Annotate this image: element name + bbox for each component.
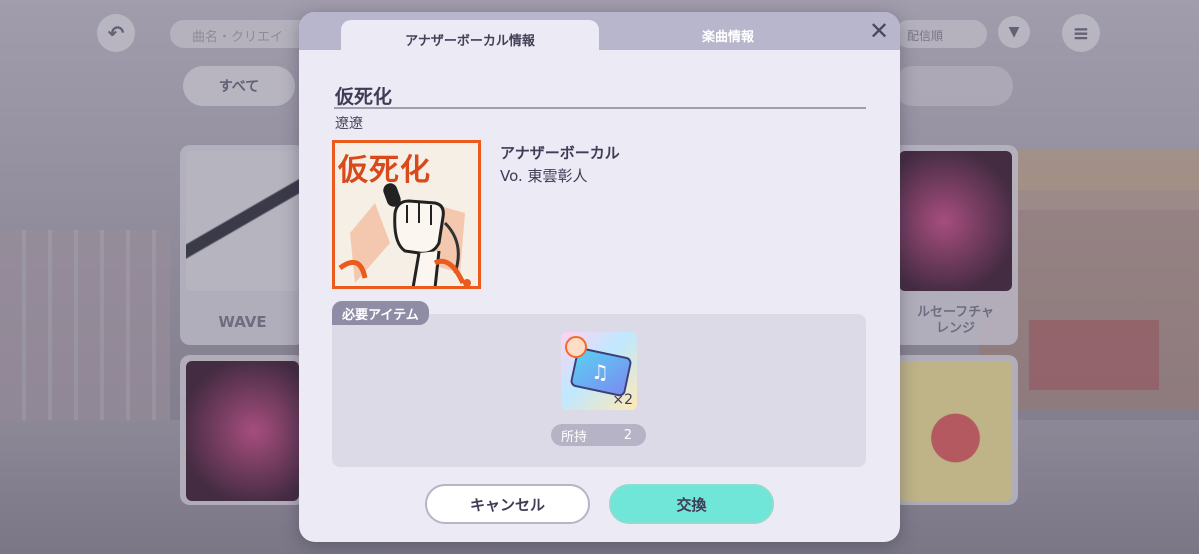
music-note-icon: ♫	[591, 360, 609, 384]
character-avatar	[565, 336, 587, 358]
vocal-singer: Vo. 東雲彰人	[500, 167, 588, 185]
tab-song-info[interactable]: 楽曲情報	[599, 20, 857, 50]
item-quantity: ×2	[612, 392, 633, 408]
owned-label: 所持	[561, 429, 588, 445]
title-divider	[334, 107, 866, 109]
song-jacket: 仮死化	[332, 140, 481, 289]
required-items-label: 必要アイテム	[332, 301, 429, 325]
tab-another-vocal-info[interactable]: アナザーボーカル情報	[341, 20, 599, 58]
exchange-button[interactable]: 交換	[609, 484, 774, 524]
owned-count-badge: 所持 2	[551, 424, 646, 446]
vocal-type-label: アナザーボーカル	[500, 144, 620, 162]
song-title: 仮死化	[335, 86, 393, 108]
required-item-ticket: ♫ ×2	[561, 332, 637, 410]
owned-count: 2	[623, 427, 632, 443]
close-icon[interactable]: ✕	[868, 19, 890, 43]
vocal-exchange-dialog: アナザーボーカル情報 楽曲情報 ✕ 仮死化 遼遼 仮死化 アナザーボーカル Vo…	[299, 12, 900, 542]
song-creator: 遼遼	[335, 116, 363, 132]
fist-microphone-icon	[338, 183, 471, 286]
cancel-button[interactable]: キャンセル	[425, 484, 590, 524]
